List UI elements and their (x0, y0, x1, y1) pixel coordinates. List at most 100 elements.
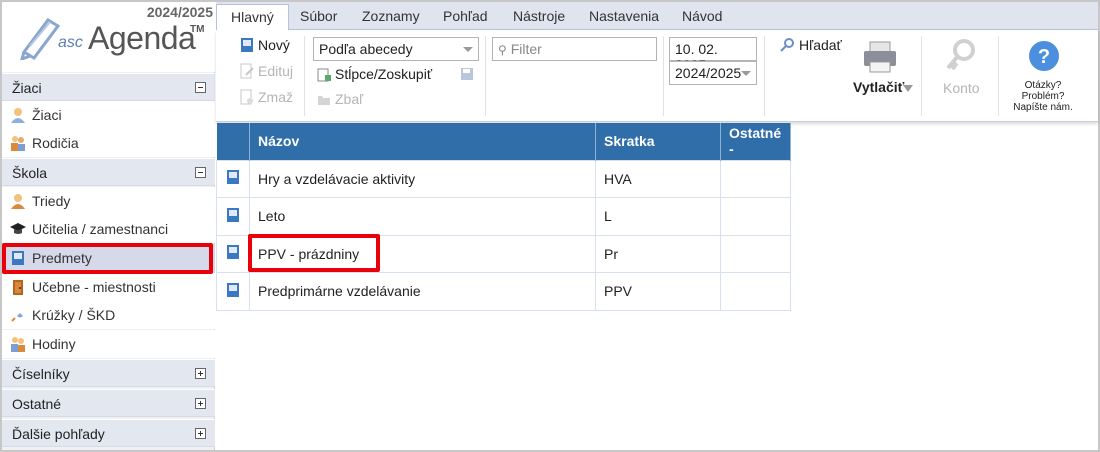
tab-subor[interactable]: Súbor (300, 8, 337, 24)
edit-button[interactable]: Edituj (240, 63, 293, 79)
book-icon (227, 207, 239, 222)
tab-hlavny[interactable]: Hlavný (216, 4, 289, 31)
tab-nastroje[interactable]: Nástroje (513, 8, 565, 24)
help-line: Napíšte nám. (1013, 102, 1073, 113)
section-ostatne[interactable]: Ostatné (2, 389, 215, 417)
new-button[interactable]: Nový (240, 37, 290, 53)
sidebar-item-triedy[interactable]: Triedy (2, 187, 215, 215)
save-icon[interactable] (460, 67, 474, 81)
columns-button-label: Stĺpce/Zoskupiť (335, 66, 433, 82)
sidebar-item-label: Hodiny (32, 336, 76, 352)
school-year-value: 2024/2025 (675, 65, 742, 81)
sidebar-item-label: Učitelia / zamestnanci (32, 221, 169, 237)
row-icon-cell (216, 234, 250, 273)
tab-navod[interactable]: Návod (682, 8, 722, 24)
print-dropdown-icon[interactable] (903, 85, 913, 92)
subjects-table: Názov Skratka Ostatné - Hry a vzdelávaci… (216, 123, 791, 311)
column-header-other[interactable]: Ostatné - (720, 123, 791, 160)
delete-button[interactable]: Zmaž (240, 89, 293, 105)
edit-icon (240, 63, 254, 79)
row-icon-cell (216, 272, 250, 311)
collapse-icon[interactable] (195, 82, 206, 93)
search-button[interactable]: Hľadať (779, 37, 842, 53)
help-button[interactable]: ? Otázky? Problém? Napíšte nám. (1006, 38, 1080, 118)
school-year-select[interactable]: 2024/2025 (669, 61, 757, 85)
column-header-abbr[interactable]: Skratka (595, 123, 721, 160)
tab-zoznamy[interactable]: Zoznamy (362, 8, 420, 24)
sidebar-item-ucitelia[interactable]: Učitelia / zamestnanci (2, 215, 215, 243)
search-icon: ⚲ (498, 43, 507, 57)
expand-icon[interactable] (195, 398, 206, 409)
folder-icon (318, 96, 330, 105)
delete-icon (240, 89, 253, 105)
cell-other (720, 159, 791, 198)
column-header-name[interactable]: Názov (249, 123, 596, 160)
sidebar-item-rodicia[interactable]: Rodičia (2, 129, 215, 157)
book-icon (227, 170, 239, 185)
app-logo[interactable]: 2024/2025 asc Agenda TM (2, 2, 215, 72)
sidebar-item-label: Žiaci (32, 107, 62, 123)
expand-icon[interactable] (195, 428, 206, 439)
sidebar-item-hodiny[interactable]: Hodiny (2, 330, 215, 358)
sort-select[interactable]: Podľa abecedy (313, 37, 479, 61)
delete-button-label: Zmaž (258, 89, 293, 105)
sidebar-item-ziaci[interactable]: Žiaci (2, 101, 215, 129)
cell-other (720, 197, 791, 236)
print-button-label: Vytlačiť (853, 79, 905, 95)
new-button-label: Nový (258, 37, 290, 53)
book-icon (227, 282, 239, 297)
collapse-button[interactable]: Zbaľ (317, 91, 363, 107)
columns-icon (317, 68, 331, 82)
tab-pohlad[interactable]: Pohľad (443, 8, 488, 24)
toolbar-divider (663, 36, 664, 116)
print-button[interactable]: Vytlačiť (846, 36, 913, 96)
account-button-label: Konto (943, 80, 980, 96)
toolbar-divider (998, 36, 999, 116)
section-ciselniky[interactable]: Číselníky (2, 359, 215, 387)
key-icon (946, 39, 975, 71)
school-year-label: 2024/2025 (146, 4, 213, 20)
table-row[interactable]: Hry a vzdelávacie aktivity HVA (216, 159, 791, 198)
sidebar-item-ucebne[interactable]: Učebne - miestnosti (2, 273, 215, 301)
section-ziaci[interactable]: Žiaci (2, 73, 215, 101)
collapse-icon[interactable] (195, 167, 206, 178)
ribbon-tabs: Hlavný Súbor Zoznamy Pohľad Nástroje Nas… (216, 2, 1098, 31)
printer-icon (864, 41, 896, 73)
table-header-row: Názov Skratka Ostatné - (216, 123, 791, 160)
sidebar-item-label: Krúžky / ŠKD (32, 307, 116, 323)
rocket-icon (11, 308, 25, 322)
table-row[interactable]: Leto L (216, 197, 791, 236)
new-book-icon (241, 38, 253, 52)
date-field[interactable]: 10. 02. 2025 (669, 37, 757, 73)
logo-asc-text: asc (58, 34, 83, 51)
header-icon-cell (216, 123, 250, 160)
section-title: Škola (12, 165, 48, 181)
sidebar-item-label: Rodičia (32, 135, 79, 151)
logo-tm: TM (190, 24, 205, 35)
edit-button-label: Edituj (258, 63, 294, 79)
help-text: Otázky? Problém? Napíšte nám. (1006, 80, 1080, 113)
section-dalsie-pohlady[interactable]: Ďalšie pohľady (2, 419, 215, 447)
section-skola[interactable]: Škola (2, 158, 215, 186)
account-button[interactable]: Konto (934, 36, 986, 96)
dropdown-arrow-icon (741, 71, 751, 76)
sidebar-item-label: Triedy (32, 193, 71, 209)
section-title: Žiaci (12, 80, 42, 96)
filter-input[interactable]: ⚲ Filter (492, 37, 657, 61)
cell-abbr: HVA (595, 159, 721, 198)
help-line: Otázky? (1024, 80, 1062, 91)
student-icon (11, 108, 25, 123)
section-title: Ostatné (12, 396, 62, 412)
cell-abbr: L (595, 197, 721, 236)
toolbar: Nový Edituj Zmaž Podľa abecedy Stĺpce/Zo… (216, 30, 1098, 122)
tab-nastavenia[interactable]: Nastavenia (589, 8, 659, 24)
classes-icon (11, 194, 25, 209)
table-row[interactable]: Predprimárne vzdelávanie PPV (216, 272, 791, 311)
sidebar-item-kruzky[interactable]: Krúžky / ŠKD (2, 301, 215, 329)
highlight-box-ppv (248, 234, 380, 272)
columns-group-button[interactable]: Stĺpce/Zoskupiť (317, 66, 432, 82)
cell-name: Leto (249, 197, 596, 236)
help-line: Problém? (1021, 91, 1065, 102)
logo-agenda-text: Agenda (88, 20, 196, 56)
expand-icon[interactable] (195, 368, 206, 379)
